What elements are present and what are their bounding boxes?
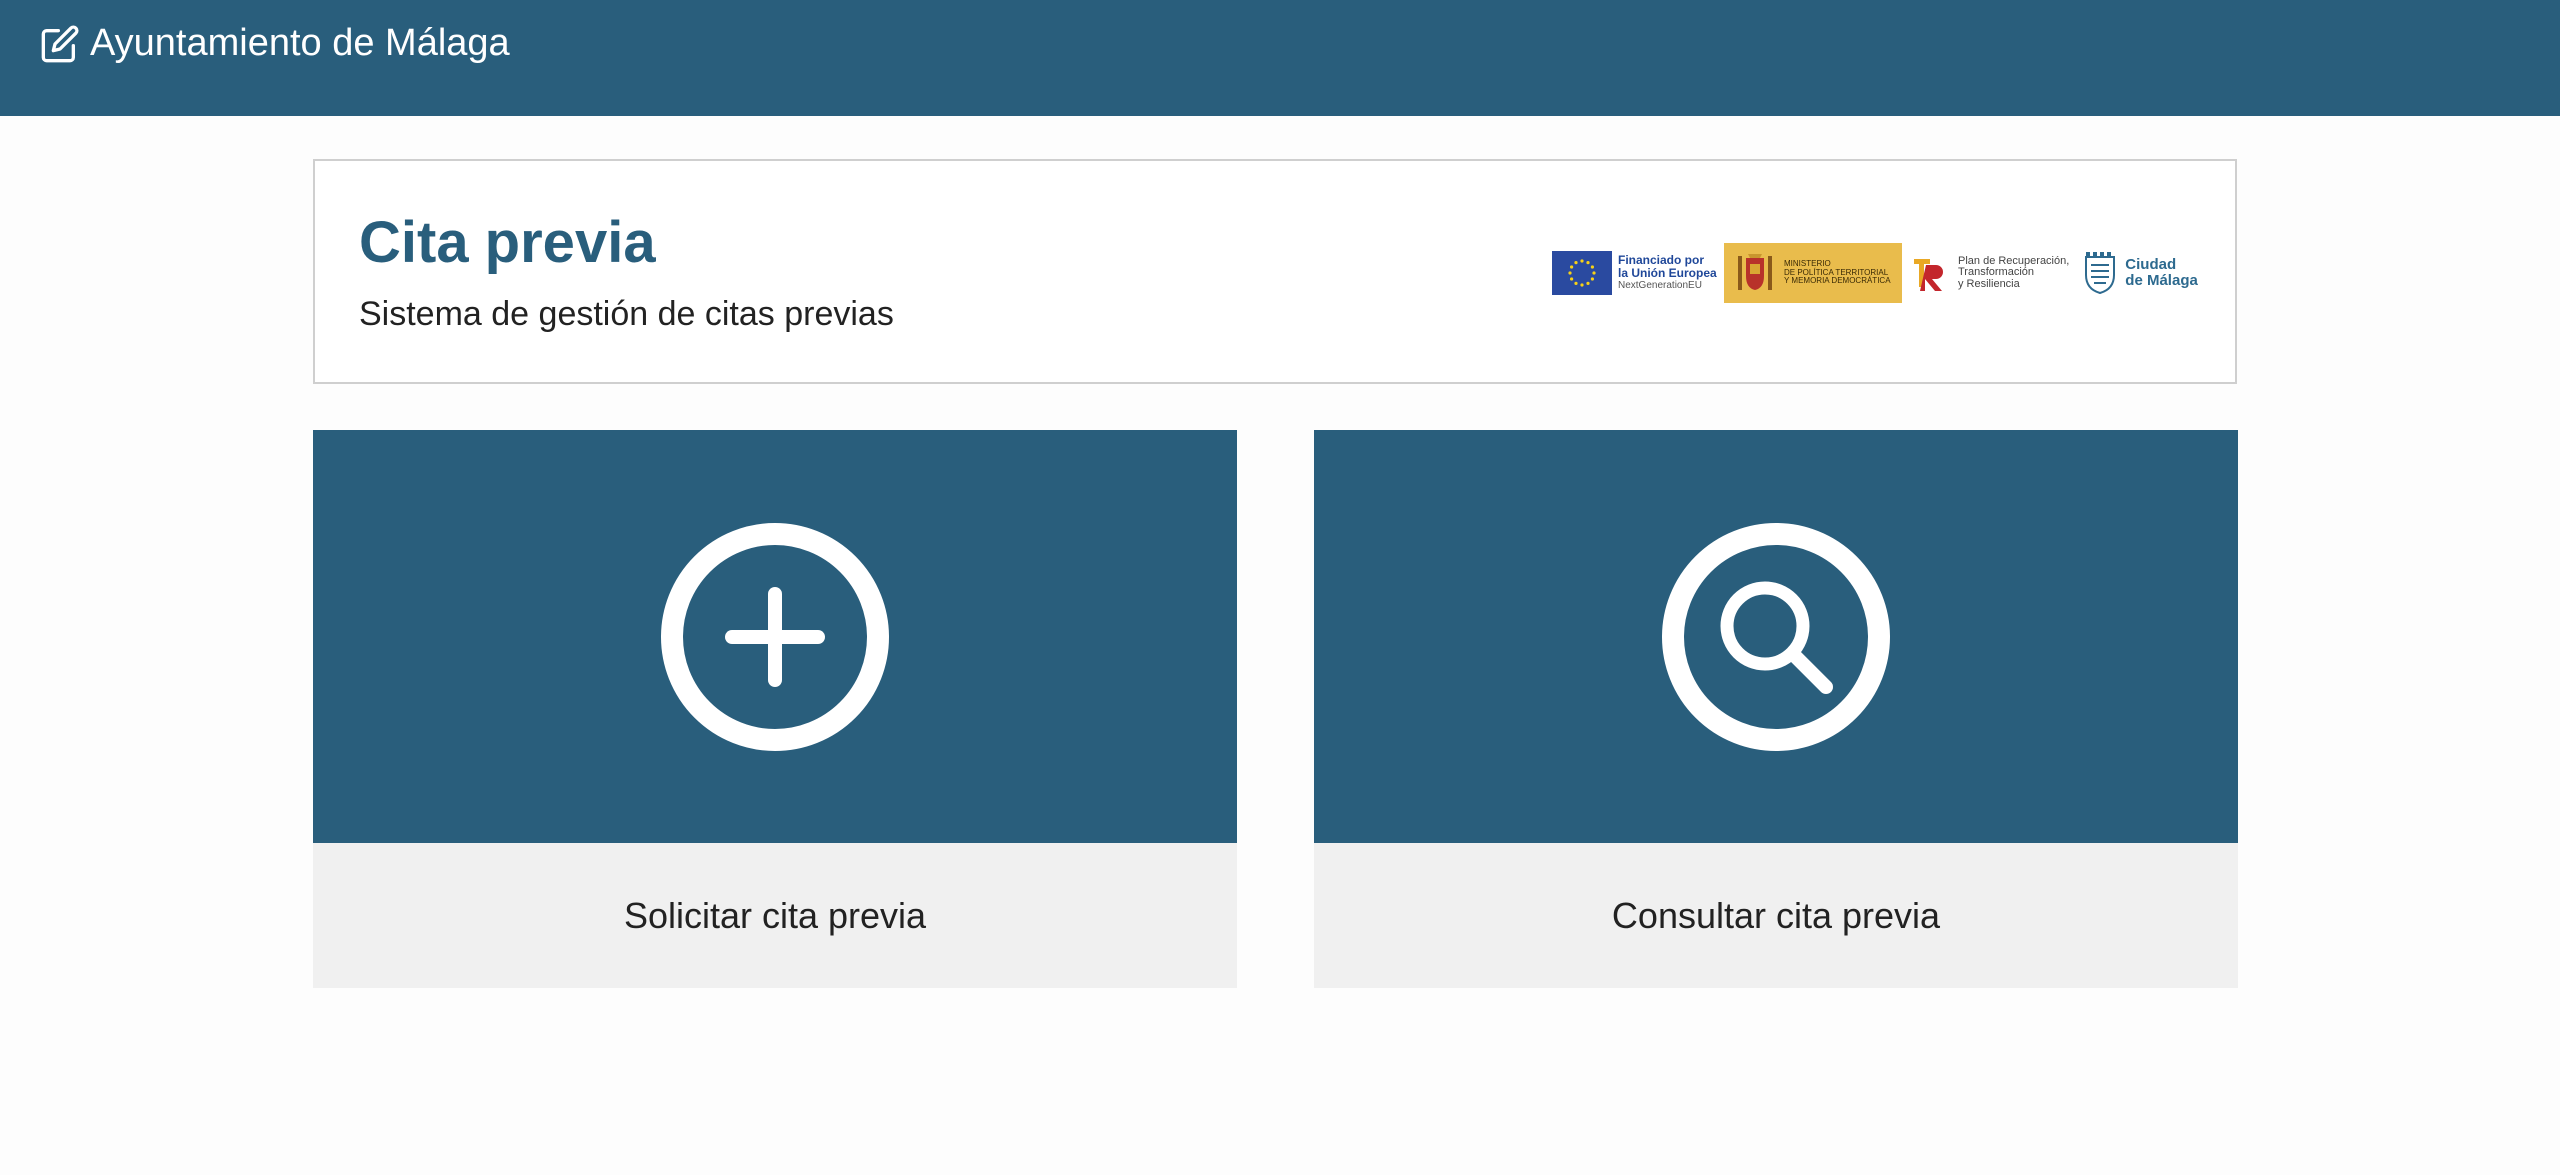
brand-link[interactable]: Ayuntamiento de Málaga (40, 22, 510, 65)
page-subtitle: Sistema de gestión de citas previas (359, 295, 894, 333)
ciudad-malaga-logo: Ciudad de Málaga (2083, 243, 2198, 303)
edit-icon (41, 24, 79, 62)
eu-logo: Financiado por la Unión Europea NextGene… (1552, 243, 1720, 303)
ministerio-line3: Y MEMORIA DEMOCRÁTICA (1784, 276, 1891, 286)
city-line2: de Málaga (2125, 272, 2198, 289)
eu-flag-icon (1552, 251, 1612, 295)
city-shield-icon (2085, 252, 2116, 295)
plus-circle-icon (661, 522, 889, 751)
eu-logo-line2: la Unión Europea (1618, 265, 1717, 280)
intro-card: Cita previa Sistema de gestión de citas … (313, 159, 2237, 384)
consultar-cita-card[interactable]: Consultar cita previa (1314, 430, 2238, 988)
solicitar-cita-footer: Solicitar cita previa (313, 843, 1237, 988)
eu-logo-line1: Financiado por (1618, 253, 1705, 268)
top-navbar: Ayuntamiento de Málaga (0, 0, 2560, 116)
solicitar-cita-icon-area (313, 430, 1237, 843)
search-circle-icon (1662, 522, 1890, 751)
plan-line3: y Resiliencia (1958, 277, 2020, 290)
solicitar-cita-label: Solicitar cita previa (623, 894, 927, 936)
solicitar-cita-card[interactable]: Solicitar cita previa (313, 430, 1237, 988)
city-line1: Ciudad (2125, 256, 2177, 274)
eu-logo-line3: NextGenerationEU (1618, 280, 1702, 292)
funding-logos: Financiado por la Unión Europea NextGene… (1552, 243, 2198, 303)
page-title: Cita previa (359, 210, 656, 275)
consultar-cita-icon-area (1314, 430, 2238, 843)
ministerio-logo: MINISTERIO DE POLÍTICA TERRITORIAL Y MEM… (1724, 243, 1902, 303)
consultar-cita-footer: Consultar cita previa (1314, 843, 2238, 988)
consultar-cita-label: Consultar cita previa (1611, 894, 1941, 936)
brand-title: Ayuntamiento de Málaga (90, 22, 510, 64)
coat-of-arms-icon (1738, 254, 1772, 290)
plan-tr-icon (1914, 259, 1943, 291)
plan-recuperacion-logo: Plan de Recuperación, Transformación y R… (1912, 243, 2069, 303)
